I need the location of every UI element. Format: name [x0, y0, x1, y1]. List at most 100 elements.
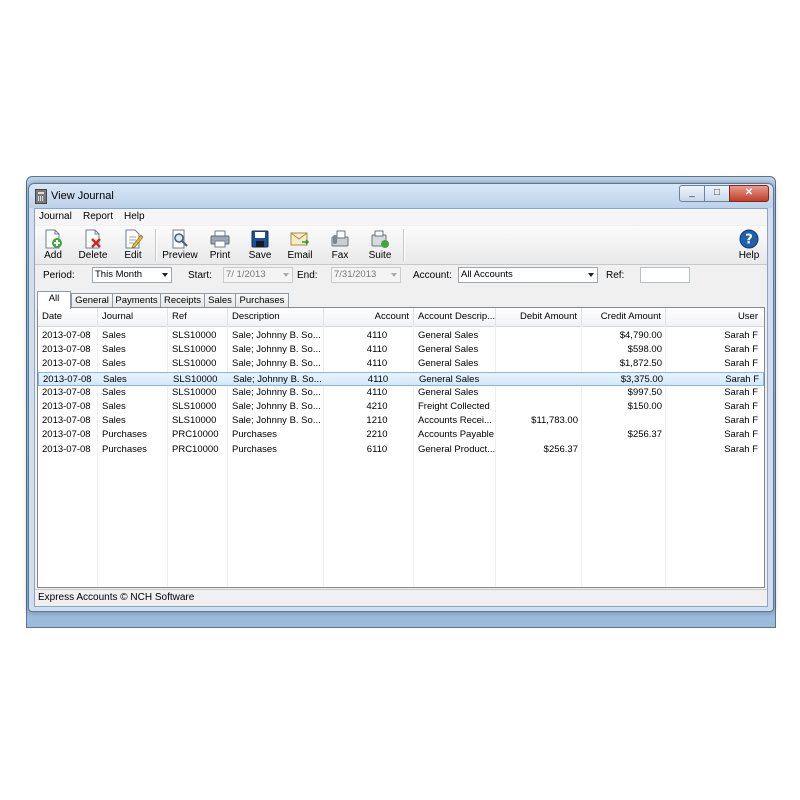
column-header-ref[interactable]: Ref: [168, 308, 228, 326]
cell-date: 2013-07-08: [42, 358, 91, 370]
cell-credit-amount: $150.00: [627, 401, 662, 412]
tab-general[interactable]: General: [71, 293, 113, 308]
cell-description: Sale; Johnny B. So...: [233, 373, 322, 385]
cell-debit-amount: [496, 329, 582, 343]
delete-document-icon: [85, 229, 101, 249]
cell-ref: SLS10000: [173, 373, 218, 385]
cell-journal: Purchases: [102, 443, 147, 455]
email-button[interactable]: Email: [280, 226, 320, 264]
edit-button[interactable]: Edit: [113, 226, 153, 264]
cell-account: 4210: [366, 401, 388, 412]
fax-button[interactable]: Fax: [320, 226, 360, 264]
cell-account-description: General Sales: [419, 373, 480, 385]
edit-label: Edit: [124, 250, 142, 261]
table-row[interactable]: 2013-07-08 Sales SLS10000 Sale; Johnny B. S…: [38, 343, 764, 357]
column-header-user[interactable]: User: [666, 308, 762, 326]
cell-user: Sarah F: [725, 373, 759, 385]
cell-date: 2013-07-08: [42, 330, 91, 341]
column-header-date[interactable]: Date: [38, 308, 98, 326]
cell-description: Sale; Johnny B. So...: [232, 344, 321, 356]
cell-credit-amount: $3,375.00: [620, 373, 663, 385]
table-row[interactable]: 2013-07-08 Sales SLS10000 Sale; Johnny B. S…: [38, 357, 764, 371]
tab-sales[interactable]: Sales: [204, 293, 236, 308]
menu-report[interactable]: Report: [83, 211, 113, 222]
menu-journal[interactable]: Journal: [39, 211, 72, 222]
column-header-description[interactable]: Description: [228, 308, 324, 326]
cell-description: Sale; Johnny B. So...: [232, 401, 321, 412]
period-label: Period:: [43, 270, 75, 281]
fax-label: Fax: [331, 250, 349, 261]
column-header-credit-amount[interactable]: Credit Amount: [582, 308, 666, 326]
cell-ref: SLS10000: [172, 330, 217, 341]
edit-document-icon: [125, 229, 143, 249]
close-button[interactable]: ✕: [729, 185, 769, 202]
column-header-journal[interactable]: Journal: [98, 308, 168, 326]
cell-credit-amount: [582, 443, 666, 457]
tab-purchases[interactable]: Purchases: [235, 293, 289, 308]
end-date-picker[interactable]: 7/31/2013: [331, 267, 401, 283]
maximize-button[interactable]: □: [704, 185, 730, 202]
help-label: Help: [738, 250, 760, 261]
suite-icon: [371, 230, 389, 248]
add-button[interactable]: Add: [33, 226, 73, 264]
fax-icon: [331, 230, 349, 247]
cell-debit-amount: [496, 386, 582, 400]
tab-receipts[interactable]: Receipts: [160, 293, 205, 308]
table-row[interactable]: 2013-07-08 Purchases PRC10000 Purchases 6110…: [38, 443, 764, 457]
table-header: Date Journal Ref Description Account Acc…: [38, 308, 764, 327]
menu-bar: Journal Report Help: [35, 209, 767, 225]
period-value: This Month: [95, 269, 142, 280]
table-row[interactable]: 2013-07-08 Sales SLS10000 Sale; Johnny B. S…: [38, 400, 764, 414]
window-title: View Journal: [51, 190, 114, 202]
minimize-icon: _: [689, 187, 695, 198]
cell-credit-amount: $4,790.00: [619, 330, 662, 341]
ref-input[interactable]: [640, 267, 690, 283]
cell-journal: Sales: [102, 358, 126, 370]
cell-description: Sale; Johnny B. So...: [232, 330, 321, 341]
column-header-account-description[interactable]: Account Descrip...: [414, 308, 496, 326]
cell-date: 2013-07-08: [42, 401, 91, 412]
table-row[interactable]: 2013-07-08 Sales SLS10000 Sale; Johnny B. S…: [38, 329, 764, 343]
cell-date: 2013-07-08: [42, 344, 91, 356]
cell-date: 2013-07-08: [43, 373, 92, 385]
calculator-icon: [35, 189, 47, 204]
column-header-account[interactable]: Account: [324, 308, 414, 326]
cell-debit-amount: [497, 373, 583, 387]
table-row[interactable]: 2013-07-08 Sales SLS10000 Sale; Johnny B. S…: [38, 371, 764, 387]
column-header-debit-amount[interactable]: Debit Amount: [496, 308, 582, 326]
cell-user: Sarah F: [724, 358, 758, 370]
cell-journal: Sales: [102, 344, 126, 356]
account-select[interactable]: All Accounts: [458, 267, 598, 283]
table-row[interactable]: 2013-07-08 Purchases PRC10000 Purchases 2210…: [38, 428, 764, 442]
chevron-down-icon: [391, 273, 397, 277]
suite-button[interactable]: Suite: [360, 226, 400, 264]
delete-button[interactable]: Delete: [73, 226, 113, 264]
delete-label: Delete: [78, 250, 108, 261]
menu-help[interactable]: Help: [124, 211, 145, 222]
minimize-button[interactable]: _: [679, 185, 705, 202]
cell-credit-amount: $256.37: [627, 429, 662, 441]
close-icon: ✕: [744, 187, 754, 198]
cell-debit-amount: [496, 400, 582, 414]
preview-button[interactable]: Preview: [160, 226, 200, 264]
email-icon: [290, 232, 310, 246]
cell-user: Sarah F: [724, 415, 758, 427]
cell-description: Sale; Johnny B. So...: [232, 415, 321, 427]
cell-user: Sarah F: [724, 386, 758, 398]
toolbar-separator: [155, 229, 157, 261]
cell-description: Sale; Johnny B. So...: [232, 386, 321, 398]
table-row[interactable]: 2013-07-08 Sales SLS10000 Sale; Johnny B. S…: [38, 386, 764, 400]
chevron-down-icon: [588, 273, 594, 277]
tab-payments[interactable]: Payments: [112, 293, 161, 308]
cell-credit-amount: [582, 414, 666, 428]
tab-all[interactable]: All: [37, 291, 71, 309]
cell-user: Sarah F: [724, 344, 758, 356]
start-date-picker[interactable]: 7/ 1/2013: [223, 267, 293, 283]
save-button[interactable]: Save: [240, 226, 280, 264]
print-button[interactable]: Print: [200, 226, 240, 264]
table-row[interactable]: 2013-07-08 Sales SLS10000 Sale; Johnny B. S…: [38, 414, 764, 428]
end-label: End:: [297, 270, 318, 281]
title-bar[interactable]: View Journal _ □ ✕: [29, 184, 773, 208]
help-button[interactable]: ? Help: [729, 226, 769, 264]
period-select[interactable]: This Month: [92, 267, 172, 283]
